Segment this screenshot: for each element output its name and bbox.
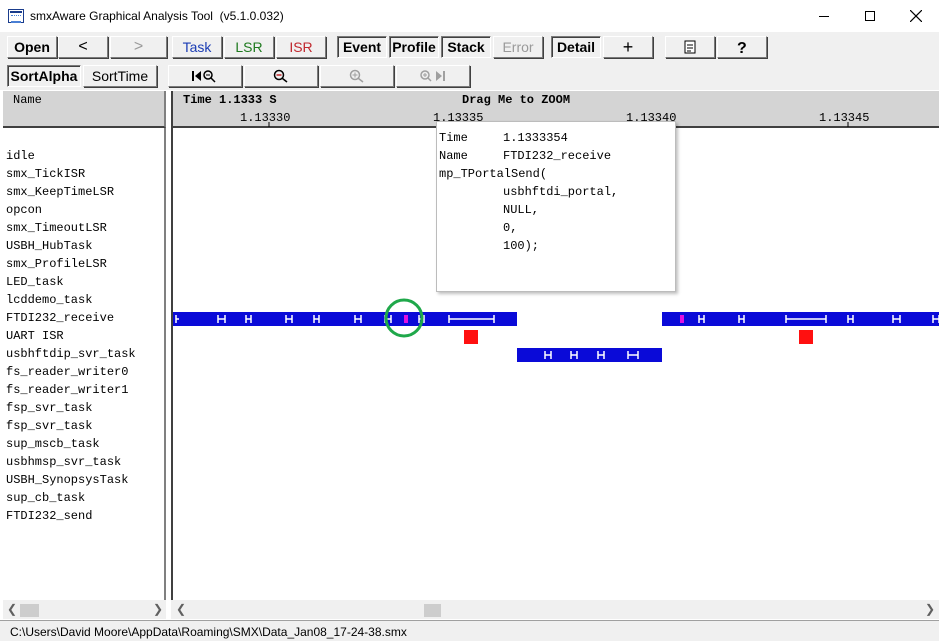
task-filter-button[interactable]: Task [172,36,222,58]
task-name[interactable]: fsp_svr_task [6,401,92,415]
task-name[interactable]: fsp_svr_task [6,419,92,433]
scroll-left-icon[interactable]: ❮ [7,602,17,616]
name-scrollbar[interactable]: ❮ ❯ [3,600,166,619]
zoom-out-button[interactable] [244,65,318,87]
sort-time-button[interactable]: SortTime [83,65,157,87]
zoom-in-button[interactable] [320,65,394,87]
time-label: Time 1.1333 S [183,93,277,107]
zoom-to-start-icon [192,70,216,83]
scroll-right-icon[interactable]: ❯ [153,602,163,616]
close-button[interactable] [893,0,939,32]
task-name[interactable]: UART ISR [6,329,64,343]
app-icon [8,9,24,23]
name-column-header: Name [3,91,166,128]
task-name[interactable]: usbhmsp_svr_task [6,455,121,469]
task-name[interactable]: FTDI232_send [6,509,92,523]
tooltip-call: mp_TPortalSend( [439,167,548,181]
lsr-filter-button[interactable]: LSR [224,36,274,58]
scroll-right-icon[interactable]: ❯ [925,602,935,616]
sort-alpha-button[interactable]: SortAlpha [7,65,81,87]
task-name[interactable]: opcon [6,203,42,217]
status-bar: C:\Users\David Moore\AppData\Roaming\SMX… [0,620,939,641]
task-name[interactable]: lcddemo_task [6,293,92,307]
help-button[interactable]: ? [717,36,767,58]
stack-button[interactable]: Stack [441,36,491,58]
file-path: C:\Users\David Moore\AppData\Roaming\SMX… [10,625,407,639]
task-name[interactable]: FTDI232_receive [6,311,114,325]
title-bar: smxAware Graphical Analysis Tool (v5.1.0… [0,0,939,32]
isr-filter-button[interactable]: ISR [276,36,326,58]
zoom-hint: Drag Me to ZOOM [462,93,571,107]
profile-button[interactable]: Profile [389,36,439,58]
close-icon [910,10,922,22]
error-button[interactable]: Error [493,36,543,58]
tooltip-arg: 0, [503,221,518,235]
report-button[interactable] [665,36,715,58]
sort-zoom-toolbar: SortAlpha SortTime [0,62,939,90]
task-name[interactable]: smx_TimeoutLSR [6,221,107,235]
app-version: (v5.1.0.032) [219,9,284,23]
zoom-end-button[interactable] [396,65,470,87]
task-name[interactable]: fs_reader_writer0 [6,365,128,379]
document-icon [684,40,696,54]
zoom-start-button[interactable] [168,65,242,87]
zoom-in-icon [349,69,364,83]
task-name[interactable]: idle [6,149,35,163]
minimize-button[interactable] [801,0,847,32]
help-icon: ? [737,40,747,55]
tooltip-arg: 100); [503,239,540,253]
svg-text:?: ? [737,40,747,55]
maximize-icon [865,11,875,21]
task-name[interactable]: usbhftdip_svr_task [6,347,136,361]
app-title: smxAware Graphical Analysis Tool [30,9,213,23]
tooltip-time-value: 1.1333354 [503,131,568,145]
zoom-to-end-icon [420,70,445,82]
tooltip-name-key: Name [439,149,468,163]
add-marker-button[interactable]: + [603,36,653,58]
name-header-label: Name [13,93,42,107]
task-name[interactable]: USBH_SynopsysTask [6,473,128,487]
task-name[interactable]: smx_ProfileLSR [6,257,107,271]
task-name[interactable]: fs_reader_writer1 [6,383,128,397]
zoom-out-icon [273,69,288,83]
scroll-thumb[interactable] [424,604,441,617]
back-button[interactable]: < [58,36,108,58]
open-button[interactable]: Open [7,36,57,58]
event-tooltip: Time 1.1333354 Name FTDI232_receive mp_T… [436,121,676,292]
tooltip-name-value: FTDI232_receive [503,149,612,163]
timeline-scrollbar[interactable]: ❮ ❯ [171,600,939,619]
forward-button[interactable]: > [110,36,167,58]
task-name[interactable]: sup_mscb_task [6,437,100,451]
main-toolbar: Open < > Task LSR ISR Event Profile Stac… [0,32,939,62]
scroll-left-icon[interactable]: ❮ [176,602,186,616]
minimize-icon [819,15,829,17]
detail-button[interactable]: Detail [551,36,601,58]
window-title: smxAware Graphical Analysis Tool (v5.1.0… [30,9,284,23]
event-button[interactable]: Event [337,36,387,58]
tooltip-arg: usbhftdi_portal, [503,185,619,199]
task-name[interactable]: USBH_HubTask [6,239,92,253]
task-name[interactable]: smx_TickISR [6,167,85,181]
task-name-list: idle smx_TickISR smx_KeepTimeLSR opcon s… [3,128,166,600]
maximize-button[interactable] [847,0,893,32]
event-marker[interactable] [680,315,684,323]
task-name[interactable]: LED_task [6,275,64,289]
tooltip-time-key: Time [439,131,468,145]
tooltip-arg: NULL, [503,203,540,217]
task-name[interactable]: smx_KeepTimeLSR [6,185,114,199]
scroll-thumb[interactable] [20,604,39,617]
task-name[interactable]: sup_cb_task [6,491,85,505]
event-marker[interactable] [404,315,408,323]
